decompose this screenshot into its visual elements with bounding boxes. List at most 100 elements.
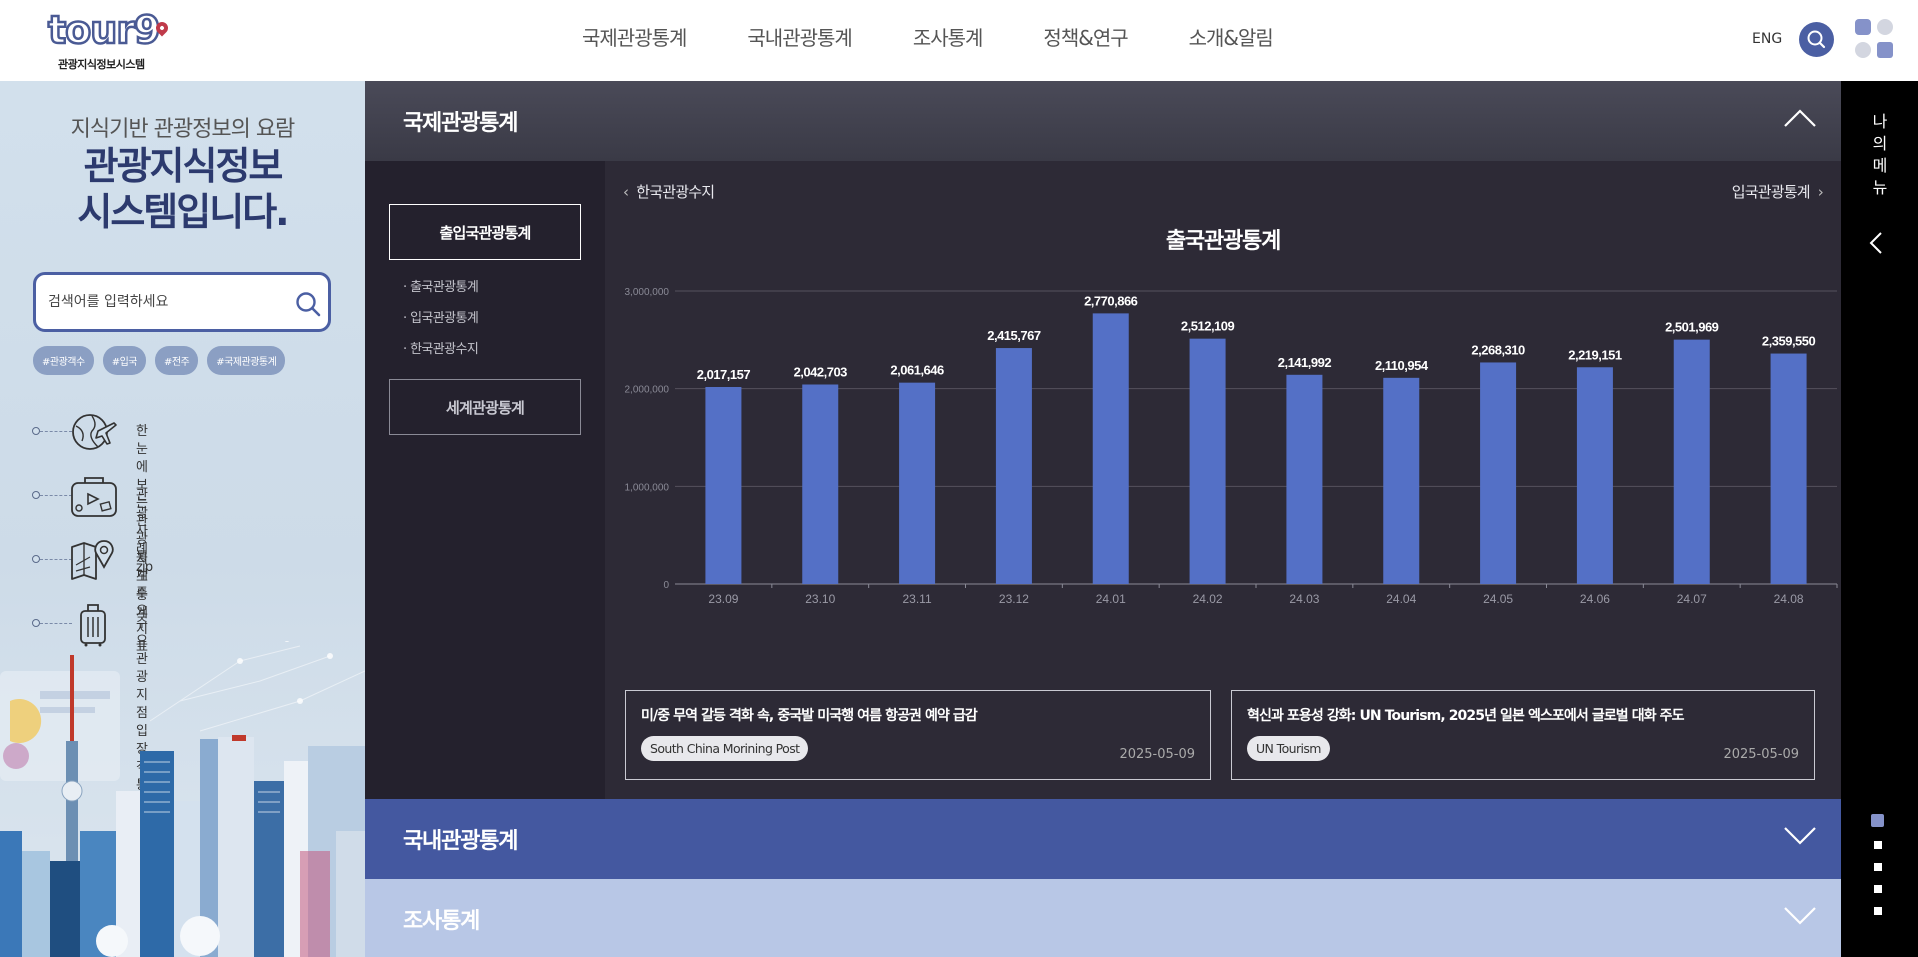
- news-source-badge: South China Morining Post: [641, 736, 809, 761]
- bar-value-label: 2,042,703: [794, 364, 848, 379]
- y-tick-label: 2,000,000: [625, 385, 670, 396]
- subnav-link-inbound[interactable]: · 입국관광통계: [403, 307, 479, 326]
- news-title: 혁신과 포용성 강화: UN Tourism, 2025년 일본 엑스포에서 글…: [1247, 708, 1685, 724]
- y-tick-label: 1,000,000: [625, 482, 670, 493]
- nav-item-survey[interactable]: 조사통계: [913, 22, 984, 51]
- pager-dot[interactable]: [1874, 841, 1882, 849]
- chart-area: ‹ 한국관광수지 입국관광통계 › 출국관광통계 0 1,000,000 2,000,0…: [605, 161, 1841, 799]
- bar: [1092, 313, 1129, 584]
- outbound-bar-chart: 0 1,000,000 2,000,000 3,000,000 2,017,157 23.…: [625, 287, 1838, 606]
- bar-value-label: 2,501,969: [1665, 320, 1719, 335]
- intro-panel: 지식기반 관광정보의 요람 관광지식정보 시스템입니다. #관광객수 #입국 #…: [0, 81, 365, 957]
- bar: [899, 382, 936, 584]
- next-chart-link[interactable]: 입국관광통계 ›: [1731, 181, 1824, 202]
- keyword-tag[interactable]: #국제관광통계: [207, 346, 286, 375]
- site-logo[interactable]: tour9 관광지식정보시스템: [47, 7, 178, 74]
- site-header: tour9 관광지식정보시스템 국제관광통계 국내관광통계 조사통계 정책&연구…: [0, 0, 1918, 81]
- bar: [802, 384, 839, 584]
- chevron-left-icon: ‹: [623, 183, 629, 201]
- suitcase-icon: [71, 477, 117, 517]
- bar: [1189, 338, 1226, 584]
- section-title: 조사통계: [403, 909, 480, 934]
- news-title: 미/중 무역 갈등 격화 속, 중국발 미국행 여름 항공권 예약 급감: [641, 708, 978, 724]
- pager-dot[interactable]: [1874, 907, 1882, 915]
- y-tick-label: 0: [663, 580, 669, 591]
- section-pager: [1871, 814, 1884, 929]
- language-toggle[interactable]: ENG: [1752, 31, 1782, 47]
- intro-title: 관광지식정보 시스템입니다.: [77, 144, 289, 234]
- section-title: 국제관광통계: [403, 111, 518, 136]
- bar: [1673, 339, 1710, 584]
- bar: [1576, 367, 1613, 584]
- x-tick-label: 24.08: [1774, 592, 1804, 606]
- x-tick-label: 24.06: [1580, 592, 1610, 606]
- search-icon[interactable]: [294, 290, 322, 318]
- bar-value-label: 2,061,646: [890, 363, 944, 378]
- subnav-links: · 출국관광통계 · 입국관광통계 · 한국관광수지: [403, 276, 479, 369]
- news-source-badge: UN Tourism: [1247, 736, 1330, 761]
- bar-value-label: 2,770,866: [1084, 293, 1138, 308]
- x-tick-label: 24.02: [1193, 592, 1223, 606]
- search-icon: [1807, 30, 1826, 49]
- bar-value-label: 2,268,310: [1471, 342, 1525, 357]
- bar: [995, 348, 1032, 584]
- keyword-tags: #관광객수 #입국 #전주 #국제관광통계: [33, 346, 286, 375]
- keyword-tag[interactable]: #입국: [102, 346, 146, 375]
- nav-item-domestic[interactable]: 국내관광통계: [747, 22, 852, 51]
- header-search-button[interactable]: [1799, 22, 1834, 57]
- my-menu-bar: 나 의 메 뉴: [1841, 81, 1918, 957]
- bar: [1770, 353, 1807, 584]
- nav-item-policy[interactable]: 정책&연구: [1043, 22, 1128, 51]
- main-nav: 국제관광통계 국내관광통계 조사통계 정책&연구 소개&알림: [582, 22, 1334, 51]
- pager-dot[interactable]: [1874, 863, 1882, 871]
- bullet-dot: [32, 427, 40, 435]
- bar-value-label: 2,415,767: [987, 328, 1041, 343]
- section-title: 국내관광통계: [403, 829, 518, 854]
- section-domestic-header[interactable]: 국내관광통계: [365, 799, 1841, 879]
- x-tick-label: 24.03: [1289, 592, 1319, 606]
- nav-item-about[interactable]: 소개&알림: [1189, 22, 1274, 51]
- y-tick-label: 3,000,000: [625, 287, 670, 298]
- x-tick-label: 23.12: [999, 592, 1029, 606]
- section-survey-header[interactable]: 조사통계: [365, 879, 1841, 957]
- news-date: 2025-05-09: [1723, 747, 1799, 762]
- news-card[interactable]: 혁신과 포용성 강화: UN Tourism, 2025년 일본 엑스포에서 글…: [1231, 690, 1815, 780]
- chevron-down-icon: [1784, 827, 1816, 845]
- nav-item-international[interactable]: 국제관광통계: [582, 22, 687, 51]
- keyword-tag[interactable]: #관광객수: [33, 346, 94, 375]
- bar-value-label: 2,512,109: [1181, 319, 1235, 334]
- x-tick-label: 24.05: [1483, 592, 1513, 606]
- prev-chart-link[interactable]: ‹ 한국관광수지: [623, 181, 715, 202]
- x-tick-label: 23.09: [708, 592, 738, 606]
- news-card[interactable]: 미/중 무역 갈등 격화 속, 중국발 미국행 여름 항공권 예약 급감 Sou…: [625, 690, 1211, 780]
- bar: [1286, 374, 1323, 584]
- news-date: 2025-05-09: [1119, 747, 1195, 762]
- main-content: 국제관광통계 출입국관광통계 · 출국관광통계 · 입국관광통계 · 한국관광수…: [365, 81, 1841, 957]
- keyword-tag[interactable]: #전주: [154, 346, 199, 375]
- pager-dot[interactable]: [1874, 885, 1882, 893]
- subnav-link-outbound[interactable]: · 출국관광통계: [403, 276, 479, 295]
- my-menu-toggle[interactable]: 나 의 메 뉴: [1870, 111, 1890, 199]
- quick-link-label: 지도통계: [136, 552, 148, 621]
- section-international-header[interactable]: 국제관광통계: [365, 81, 1841, 161]
- subnav-world-stats[interactable]: 세계관광통계: [389, 379, 581, 435]
- stats-subnav: 출입국관광통계 · 출국관광통계 · 입국관광통계 · 한국관광수지 세계관광통…: [365, 161, 605, 799]
- chevron-up-icon: [1784, 109, 1816, 127]
- section-international-panel: 출입국관광통계 · 출국관광통계 · 입국관광통계 · 한국관광수지 세계관광통…: [365, 161, 1841, 799]
- bullet-dot: [32, 491, 40, 499]
- sitemap-button[interactable]: [1855, 19, 1895, 61]
- intro-subtitle: 지식기반 관광정보의 요람: [70, 117, 296, 142]
- chevron-right-icon: ›: [1817, 183, 1824, 201]
- subnav-immigration-stats[interactable]: 출입국관광통계: [389, 204, 581, 260]
- bar: [1480, 362, 1517, 584]
- pager-dot[interactable]: [1871, 814, 1884, 827]
- map-pin-icon: [71, 540, 114, 580]
- search-input[interactable]: [48, 289, 278, 315]
- bar-value-label: 2,017,157: [697, 367, 751, 382]
- x-tick-label: 24.01: [1096, 592, 1126, 606]
- logo-subtitle: 관광지식정보시스템: [58, 58, 145, 71]
- subnav-link-balance[interactable]: · 한국관광수지: [403, 338, 479, 357]
- bar-value-label: 2,219,151: [1568, 347, 1622, 362]
- next-chart-label: 입국관광통계: [1731, 183, 1811, 201]
- chevron-left-icon[interactable]: [1869, 231, 1883, 255]
